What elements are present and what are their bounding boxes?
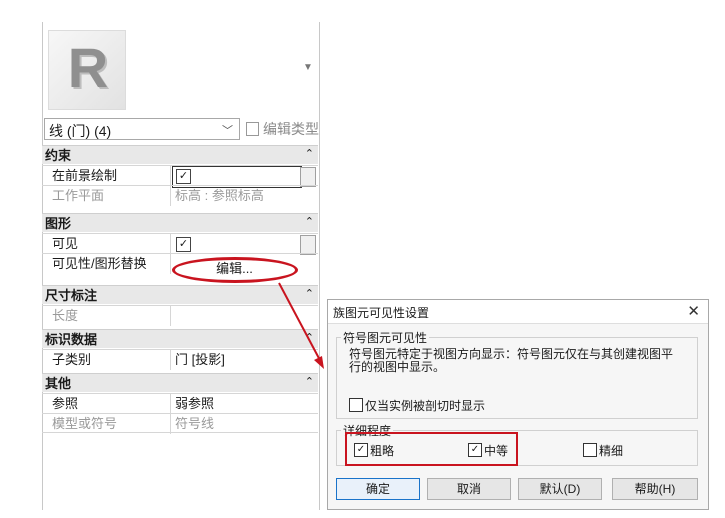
only-when-cut-label: 仅当实例被剖切时显示 — [365, 399, 486, 413]
dialog-titlebar: 族图元可见性设置 ✕ — [328, 300, 708, 324]
symbolic-description: 符号图元特定于视图方向显示：符号图元仅在与其创建视图平行的视图中显示。 — [349, 347, 674, 374]
ok-button[interactable]: 确定 — [336, 478, 420, 500]
default-button[interactable]: 默认(D) — [518, 478, 602, 500]
group-caption: 符号图元可见性 — [341, 329, 430, 346]
help-button[interactable]: 帮助(H) — [612, 478, 698, 500]
close-icon[interactable]: ✕ — [687, 302, 700, 320]
dialog-title: 族图元可见性设置 — [333, 306, 430, 320]
symbolic-visibility-group: 符号图元可见性 符号图元特定于视图方向显示：符号图元仅在与其创建视图平行的视图中… — [336, 329, 698, 419]
fine-label: 精细 — [599, 444, 624, 458]
annotation-highlight-box — [345, 432, 518, 466]
fine-checkbox[interactable] — [583, 443, 597, 457]
cancel-button[interactable]: 取消 — [427, 478, 511, 500]
only-when-cut-checkbox[interactable] — [349, 398, 363, 412]
